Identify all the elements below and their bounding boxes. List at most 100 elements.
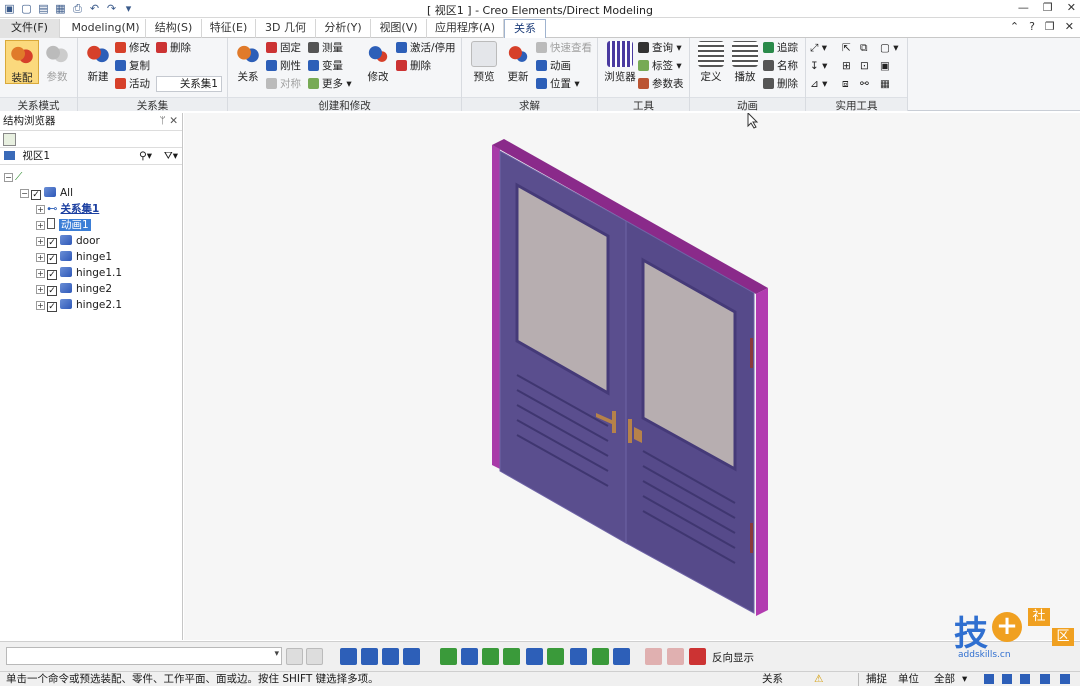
shade-3-icon[interactable] xyxy=(482,648,499,665)
tab-structure[interactable]: 结构(S) xyxy=(146,19,202,38)
help-icon[interactable]: ? xyxy=(1029,20,1035,33)
status-snap[interactable]: 捕捉 xyxy=(866,672,887,687)
binoculars-icon[interactable]: ⚲▾ xyxy=(139,148,152,164)
new-set-button[interactable]: 新建 xyxy=(81,40,115,84)
status-unit[interactable]: 单位 xyxy=(898,672,919,687)
assemble-button[interactable]: 装配 xyxy=(5,40,39,84)
tab-3d-geometry[interactable]: 3D 几何 xyxy=(256,19,316,38)
expand-icon[interactable]: + xyxy=(36,253,45,262)
param-table-button[interactable]: 参数表 xyxy=(638,76,684,92)
util-axis-icon[interactable]: ⤢ ▾ xyxy=(810,40,827,56)
shade-4-icon[interactable] xyxy=(503,648,520,665)
close-panel-icon[interactable]: ✕ xyxy=(169,115,178,127)
delete-set-button[interactable]: 删除 xyxy=(156,40,191,56)
warning-icon[interactable]: ⚠ xyxy=(814,672,823,687)
browser-button[interactable]: 浏览器 xyxy=(601,40,639,84)
align-4-icon[interactable] xyxy=(592,648,609,665)
view-left-icon[interactable] xyxy=(382,648,399,665)
tree-tab-icon[interactable] xyxy=(3,133,16,146)
tree-node-door[interactable]: + ✓ door xyxy=(36,234,100,249)
tab-view[interactable]: 视图(V) xyxy=(371,19,427,38)
visibility-checkbox[interactable]: ✓ xyxy=(47,270,57,280)
dropdown-icon[interactable]: ▾ xyxy=(274,649,279,659)
view-back-icon[interactable] xyxy=(361,648,378,665)
view-front-icon[interactable] xyxy=(340,648,357,665)
collapse-icon[interactable]: − xyxy=(20,189,29,198)
restore-icon[interactable]: ❐ xyxy=(1043,1,1053,14)
reverse-display-label[interactable]: 反向显示 xyxy=(712,650,754,665)
tree-root[interactable]: − ⟋ xyxy=(4,170,22,185)
util-transform-icon[interactable]: ⧉ xyxy=(860,40,868,56)
view-right-icon[interactable] xyxy=(403,648,420,665)
minimize-icon[interactable]: — xyxy=(1018,1,1029,14)
align-2-icon[interactable] xyxy=(547,648,564,665)
confirm-icon[interactable] xyxy=(286,648,303,665)
expand-icon[interactable]: + xyxy=(36,221,45,230)
close-doc-icon[interactable]: ✕ xyxy=(1065,20,1074,33)
expand-icon[interactable]: + xyxy=(36,205,45,214)
reverse-display-icon[interactable] xyxy=(689,648,706,665)
status-tool-5-icon[interactable] xyxy=(1060,674,1070,684)
visibility-checkbox[interactable]: ✓ xyxy=(31,190,41,200)
modify-relation-button[interactable]: 修改 xyxy=(361,40,395,84)
close-icon[interactable]: ✕ xyxy=(1067,1,1076,14)
status-tool-1-icon[interactable] xyxy=(984,674,994,684)
pin-icon[interactable]: ᛘ xyxy=(160,115,166,127)
status-tool-2-icon[interactable] xyxy=(1002,674,1012,684)
status-filter[interactable]: 全部 xyxy=(934,672,955,687)
name-button[interactable]: 名称 xyxy=(763,58,798,74)
modify-set-button[interactable]: 修改 xyxy=(115,40,150,56)
query-button[interactable]: 查询 ▾ xyxy=(638,40,682,56)
visibility-checkbox[interactable]: ✓ xyxy=(47,302,57,312)
section-1-icon[interactable] xyxy=(645,648,662,665)
shade-2-icon[interactable] xyxy=(461,648,478,665)
activate-deactivate-button[interactable]: 激活/停用 xyxy=(396,40,456,56)
visibility-checkbox[interactable]: ✓ xyxy=(47,238,57,248)
expand-icon[interactable]: + xyxy=(36,237,45,246)
util-grid-icon[interactable]: ▦ xyxy=(880,76,890,92)
relation-button[interactable]: 关系 xyxy=(231,40,265,84)
animation-button[interactable]: 动画 xyxy=(536,58,571,74)
rigid-button[interactable]: 刚性 xyxy=(266,58,301,74)
util-align-icon[interactable]: ⊡ xyxy=(860,58,869,74)
util-dimension-icon[interactable]: ⊿ ▾ xyxy=(810,76,827,92)
quick-view-button[interactable]: 快速查看 xyxy=(536,40,592,56)
3d-viewport[interactable] xyxy=(184,111,1080,640)
util-box-icon[interactable]: ▢ ▾ xyxy=(880,40,899,56)
tree-node-hinge2[interactable]: + ✓ hinge2 xyxy=(36,282,112,297)
collapse-icon[interactable]: − xyxy=(4,173,13,182)
tab-relations[interactable]: 关系 xyxy=(504,19,546,38)
util-move-icon[interactable]: ⊞ xyxy=(842,58,851,74)
tree-node-animation[interactable]: + 动画1 xyxy=(36,218,91,233)
align-3-icon[interactable] xyxy=(570,648,587,665)
tab-applications[interactable]: 应用程序(A) xyxy=(427,19,504,38)
tree-node-all[interactable]: − ✓ All xyxy=(20,186,73,201)
track-button[interactable]: 追踪 xyxy=(763,40,798,56)
shade-1-icon[interactable] xyxy=(440,648,457,665)
tab-analysis[interactable]: 分析(Y) xyxy=(316,19,371,38)
tree-node-hinge1-1[interactable]: + ✓ hinge1.1 xyxy=(36,266,122,281)
chevron-up-icon[interactable]: ⌃ xyxy=(1010,20,1019,33)
delete-relation-button[interactable]: 删除 xyxy=(396,58,431,74)
door-model[interactable] xyxy=(184,111,1080,640)
active-set-field[interactable]: 关系集1 xyxy=(156,76,222,92)
expand-icon[interactable]: + xyxy=(36,301,45,310)
status-tool-3-icon[interactable] xyxy=(1020,674,1030,684)
define-button[interactable]: 定义 xyxy=(694,40,728,84)
play-button[interactable]: 播放 xyxy=(728,40,762,84)
restore-doc-icon[interactable]: ❐ xyxy=(1045,20,1055,33)
filter-dropdown-icon[interactable]: ▾ xyxy=(962,672,967,687)
tab-modeling[interactable]: Modeling(M) xyxy=(66,19,146,38)
fix-button[interactable]: 固定 xyxy=(266,40,301,56)
align-1-icon[interactable] xyxy=(526,648,543,665)
section-2-icon[interactable] xyxy=(667,648,684,665)
position-button[interactable]: 位置 ▾ xyxy=(536,76,580,92)
command-input[interactable]: ▾ xyxy=(6,647,282,665)
variable-button[interactable]: 变量 xyxy=(308,58,343,74)
cancel-icon[interactable] xyxy=(306,648,323,665)
tree-node-relation-set[interactable]: + ⊷ 关系集1 xyxy=(36,202,99,217)
util-select-icon[interactable]: ⇱ xyxy=(842,40,851,56)
tree-node-hinge1[interactable]: + ✓ hinge1 xyxy=(36,250,112,265)
tab-file[interactable]: 文件(F) xyxy=(0,19,60,38)
util-rotate-icon[interactable]: ↧ ▾ xyxy=(810,58,827,74)
